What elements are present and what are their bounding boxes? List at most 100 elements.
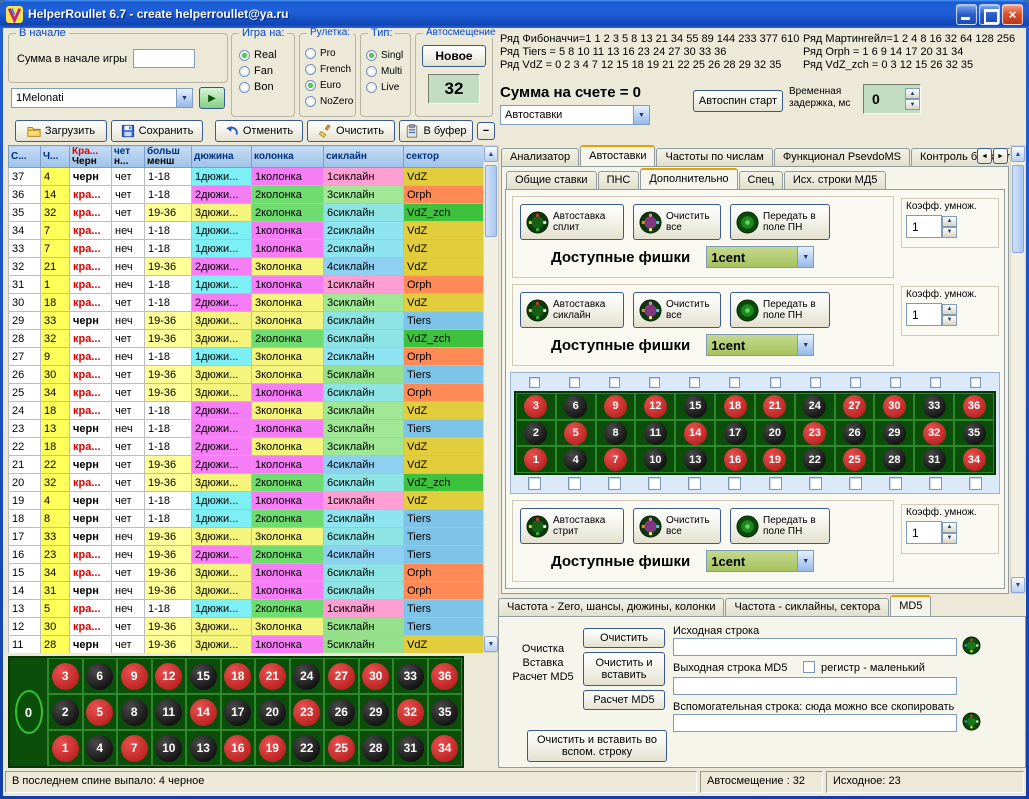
source-string-input[interactable] <box>673 638 957 656</box>
spin-row[interactable]: 2534кра...чет19-363дюжи...1колонка6сикла… <box>9 384 484 402</box>
board-number-19[interactable]: 19 <box>755 446 795 473</box>
tab-частоты-по-числам[interactable]: Частоты по числам <box>656 148 772 166</box>
sector-checkbox[interactable] <box>529 377 540 388</box>
scroll-down-icon[interactable]: ▼ <box>1011 577 1025 593</box>
board-number-21[interactable]: 21 <box>755 393 795 420</box>
spin-row[interactable]: 2630кра...чет19-363дюжи...3колонка5сикла… <box>9 366 484 384</box>
sector-checkbox[interactable] <box>890 377 901 388</box>
sector-checkbox[interactable] <box>689 377 700 388</box>
radio-bon[interactable]: Bon <box>239 79 277 95</box>
board-number-31[interactable]: 31 <box>393 730 428 766</box>
board-number-8[interactable]: 8 <box>596 420 636 447</box>
board-number-29[interactable]: 29 <box>874 420 914 447</box>
board-number-17[interactable]: 17 <box>715 420 755 447</box>
board-number-2[interactable]: 2 <box>516 420 556 447</box>
board-number-26[interactable]: 26 <box>835 420 875 447</box>
scroll-up-icon[interactable]: ▲ <box>484 146 498 162</box>
tab-scroll-left-icon[interactable]: ◄ <box>977 148 992 164</box>
chevron-down-icon[interactable]: ▼ <box>797 551 813 571</box>
board-number-12[interactable]: 12 <box>635 393 675 420</box>
radio-french[interactable]: French <box>305 61 353 77</box>
tab-дополнительно[interactable]: Дополнительно <box>640 168 737 189</box>
tab-анализатор[interactable]: Анализатор <box>501 148 579 166</box>
transfer-pn-button[interactable]: Передать в поле ПН <box>730 204 830 240</box>
tab-частота-сиклайны-сектора[interactable]: Частота - сиклайны, сектора <box>725 598 889 616</box>
md5-clear-paste-button[interactable]: Очистить и вставить <box>583 652 665 686</box>
board-number-4[interactable]: 4 <box>556 446 596 473</box>
scroll-down-icon[interactable]: ▼ <box>484 636 498 652</box>
board-number-1[interactable]: 1 <box>48 730 83 766</box>
radio-euro[interactable]: Euro <box>305 77 353 93</box>
spin-down-icon[interactable]: ▼ <box>905 99 920 110</box>
board-number-5[interactable]: 5 <box>83 694 118 730</box>
board-number-25[interactable]: 25 <box>835 446 875 473</box>
board-number-4[interactable]: 4 <box>83 730 118 766</box>
spin-row[interactable]: 279кра...неч1-181дюжи...3колонка2сиклайн… <box>9 348 484 366</box>
autobets-combo[interactable]: Автоставки ▼ <box>500 105 650 125</box>
board-number-34[interactable]: 34 <box>428 730 463 766</box>
undo-button[interactable]: Отменить <box>215 120 303 142</box>
sector-checkbox[interactable] <box>889 477 902 490</box>
board-number-28[interactable]: 28 <box>874 446 914 473</box>
board-number-32[interactable]: 32 <box>914 420 954 447</box>
board-number-28[interactable]: 28 <box>359 730 394 766</box>
radio-singl[interactable]: Singl <box>366 47 403 63</box>
spin-row[interactable]: 135кра...неч1-181дюжи...2колонка1сиклайн… <box>9 600 484 618</box>
tab-scroll-right-icon[interactable]: ► <box>993 148 1008 164</box>
sector-checkbox[interactable] <box>770 377 781 388</box>
to-buffer-button[interactable]: В буфер <box>399 120 473 142</box>
board-number-10[interactable]: 10 <box>152 730 187 766</box>
spin-row[interactable]: 1128чернчет19-363дюжи...1колонка5сиклайн… <box>9 636 484 654</box>
sector-checkbox[interactable] <box>568 477 581 490</box>
sector-checkbox[interactable] <box>929 477 942 490</box>
sector-checkbox[interactable] <box>728 477 741 490</box>
scroll-thumb[interactable] <box>1012 165 1024 253</box>
board-number-24[interactable]: 24 <box>290 658 325 694</box>
tab-исх-строки-мд5[interactable]: Исх. строки МД5 <box>784 171 887 189</box>
board-number-11[interactable]: 11 <box>635 420 675 447</box>
save-button[interactable]: Сохранить <box>111 120 203 142</box>
spin-row[interactable]: 311кра...неч1-181дюжи...1колонка1сиклайн… <box>9 276 484 294</box>
clear-all-button[interactable]: Очистить все <box>633 292 721 328</box>
board-number-10[interactable]: 10 <box>635 446 675 473</box>
autobet-street-button[interactable]: Автоставка стрит <box>520 508 624 544</box>
board-number-27[interactable]: 27 <box>324 658 359 694</box>
md5-calc-button[interactable]: Расчет MD5 <box>583 690 665 710</box>
spin-row[interactable]: 2218кра...чет1-182дюжи...3колонка3сиклай… <box>9 438 484 456</box>
md5-wheel-icon[interactable] <box>962 636 981 655</box>
tab-частота-zero-шансы-дюжины-колонки[interactable]: Частота - Zero, шансы, дюжины, колонки <box>498 598 724 616</box>
load-button[interactable]: Загрузить <box>15 120 107 142</box>
chips-combo[interactable]: 1cent ▼ <box>706 246 814 268</box>
table-scrollbar[interactable]: ▲ ▼ <box>483 145 499 653</box>
sector-checkbox[interactable] <box>729 377 740 388</box>
board-number-35[interactable]: 35 <box>428 694 463 730</box>
clear-all-button[interactable]: Очистить все <box>633 508 721 544</box>
board-number-3[interactable]: 3 <box>48 658 83 694</box>
board-number-23[interactable]: 23 <box>290 694 325 730</box>
board-number-34[interactable]: 34 <box>954 446 994 473</box>
minimize-button[interactable] <box>956 4 977 25</box>
board-number-13[interactable]: 13 <box>186 730 221 766</box>
spin-down-icon[interactable]: ▼ <box>942 533 957 544</box>
play-button[interactable]: ▶ <box>199 87 225 109</box>
coef-spinner[interactable]: 1 ▲▼ <box>906 303 994 326</box>
board-number-8[interactable]: 8 <box>117 694 152 730</box>
sector-checkbox[interactable] <box>969 477 982 490</box>
start-sum-input[interactable] <box>133 49 195 68</box>
tab-общие-ставки[interactable]: Общие ставки <box>506 171 597 189</box>
spin-up-icon[interactable]: ▲ <box>905 88 920 99</box>
spin-row[interactable]: 3532кра...чет19-363дюжи...2колонка6сикла… <box>9 204 484 222</box>
board-number-18[interactable]: 18 <box>715 393 755 420</box>
sector-checkbox[interactable] <box>810 377 821 388</box>
spin-row[interactable]: 2313черннеч1-182дюжи...1колонка3сиклайнT… <box>9 420 484 438</box>
board-number-21[interactable]: 21 <box>255 658 290 694</box>
coef-spinner[interactable]: 1 ▲▼ <box>906 521 994 544</box>
panel-scrollbar[interactable]: ▲ ▼ <box>1010 145 1026 594</box>
spin-row[interactable]: 3221кра...неч19-362дюжи...3колонка4сикла… <box>9 258 484 276</box>
scroll-thumb[interactable] <box>485 165 497 237</box>
tab-пнс[interactable]: ПНС <box>598 171 640 189</box>
autospin-start-button[interactable]: Автоспин старт <box>693 90 783 112</box>
collapse-button[interactable]: − <box>477 122 495 140</box>
tab-контроль-банкрол[interactable]: Контроль банкрол... <box>911 148 1026 166</box>
coef-spinner[interactable]: 1 ▲▼ <box>906 215 994 238</box>
